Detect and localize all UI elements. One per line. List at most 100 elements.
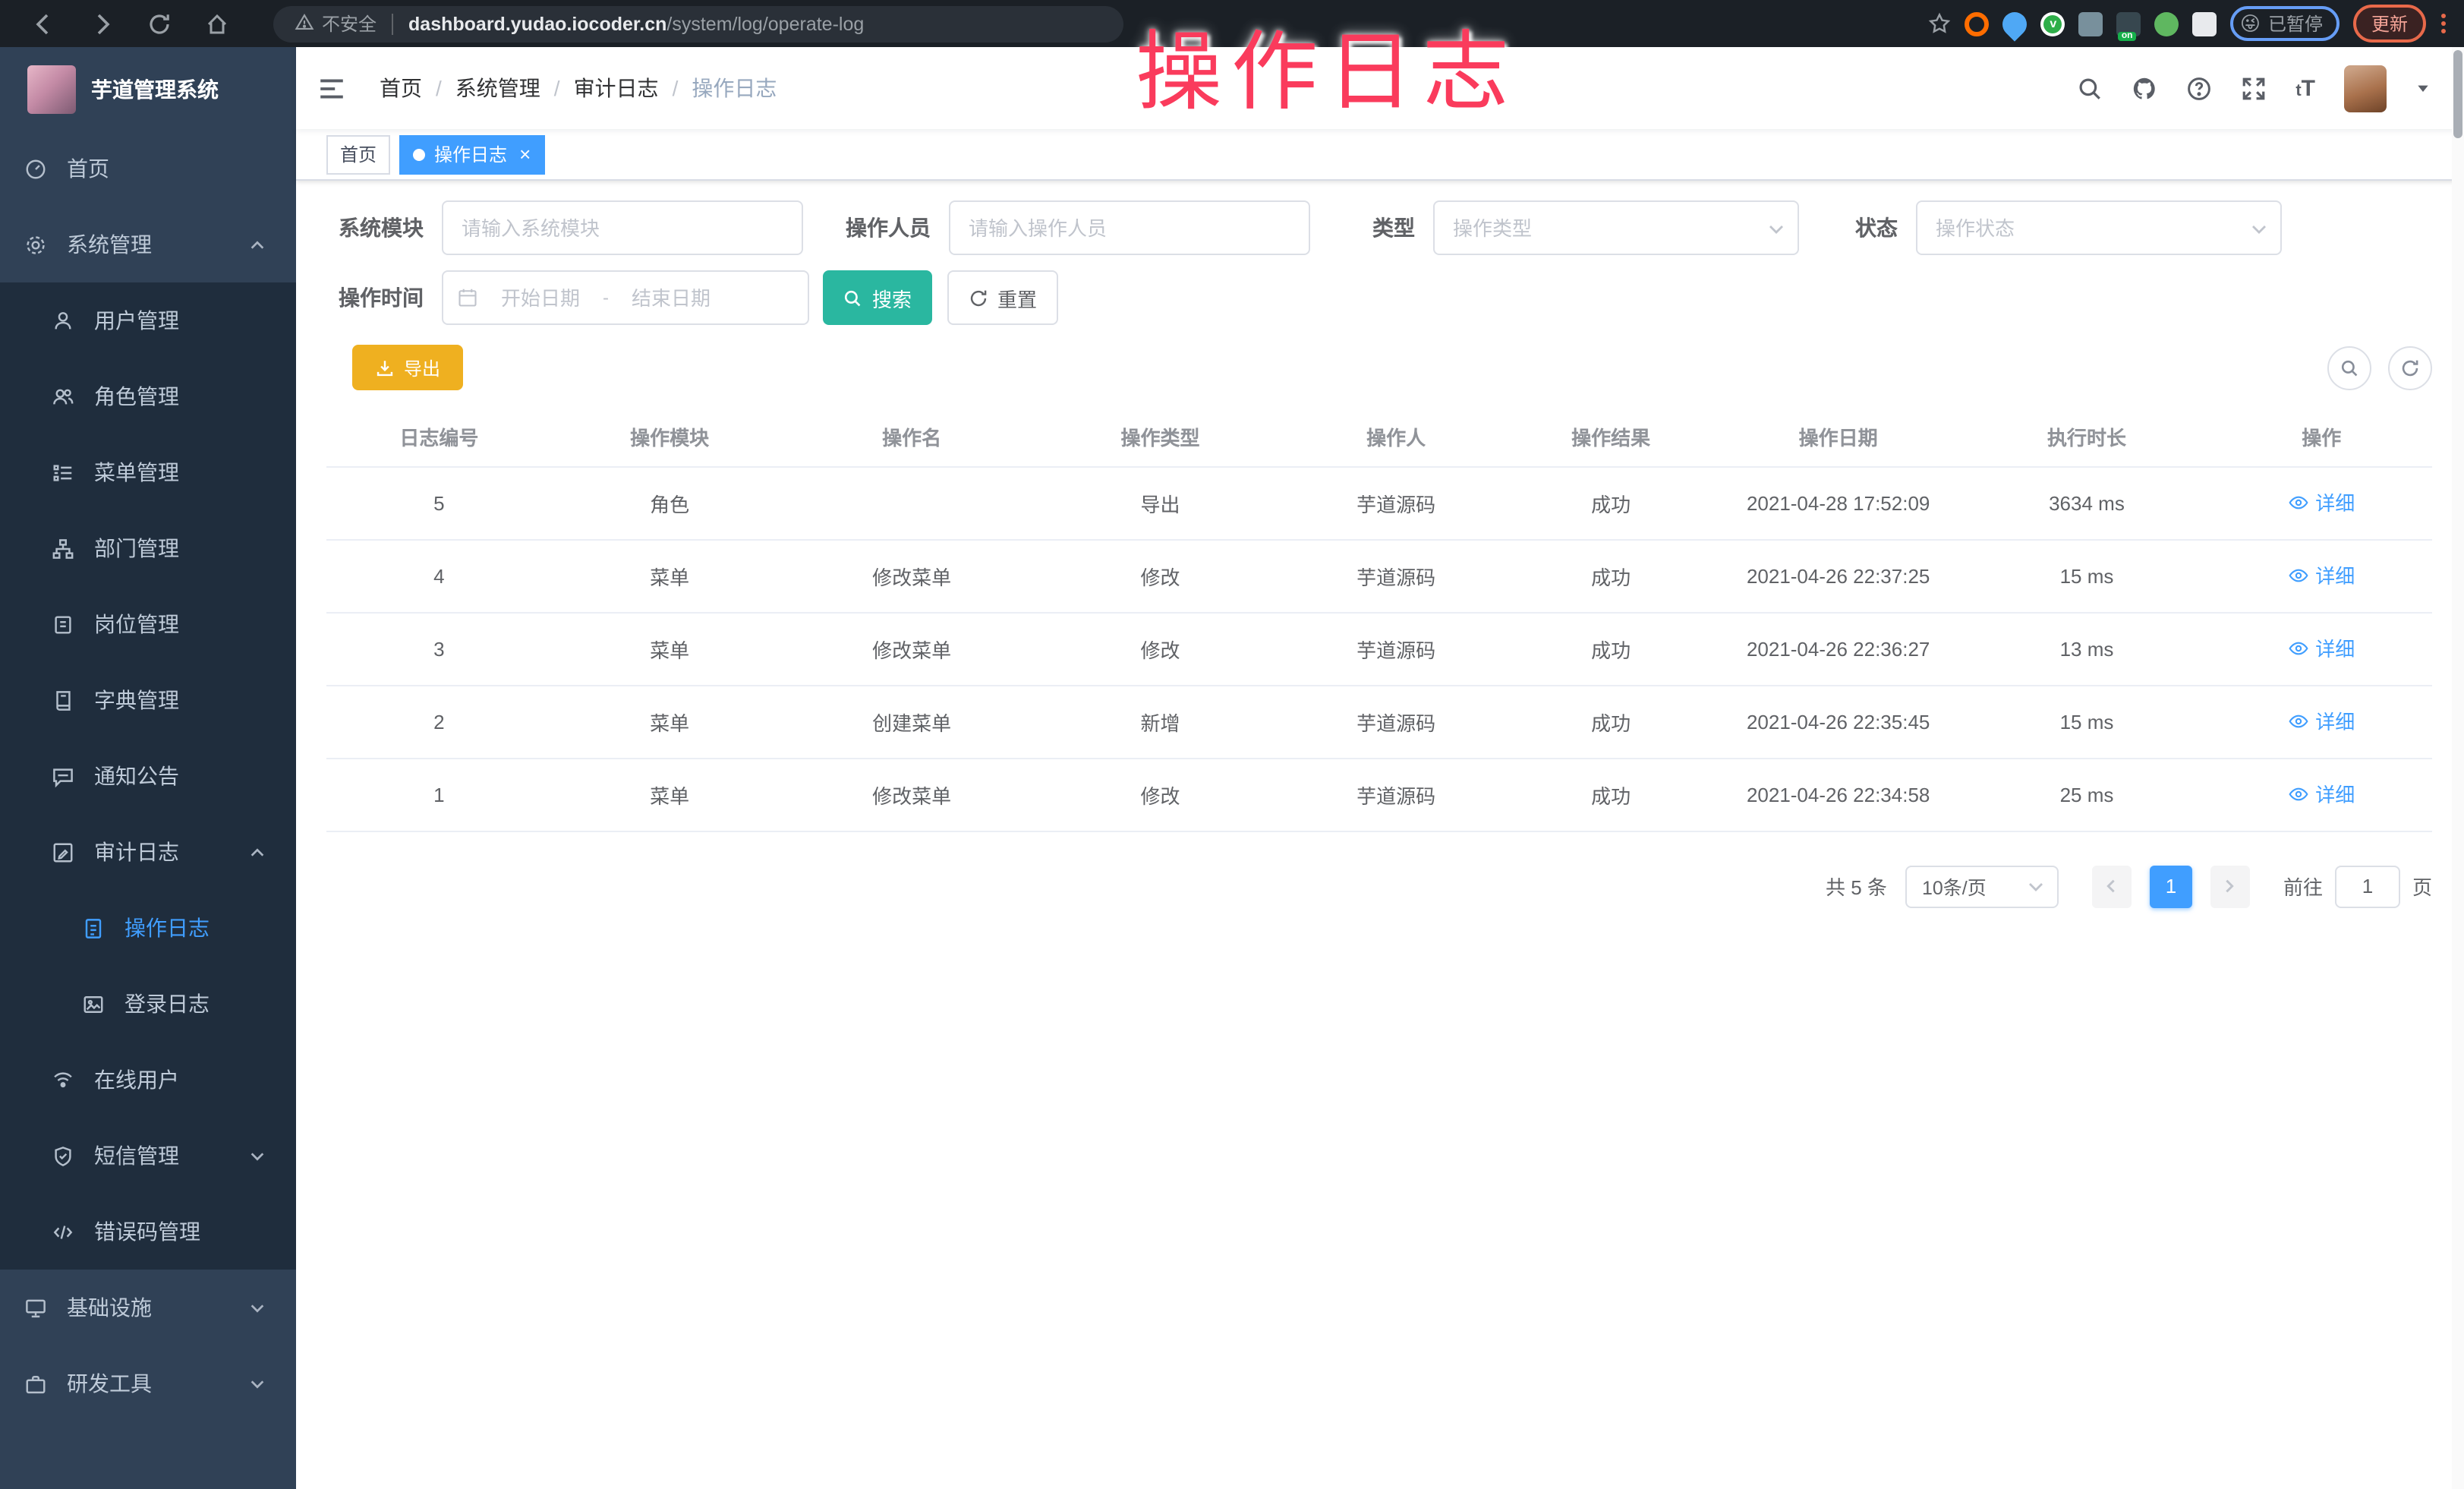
export-button[interactable]: 导出 (352, 345, 463, 390)
extension-drop-icon[interactable] (1998, 6, 2032, 40)
search-icon[interactable] (2077, 75, 2103, 101)
status-select[interactable] (1916, 200, 2282, 255)
table-row: 2 菜单 创建菜单 新增 芋道源码 成功 2021-04-26 22:35:45… (326, 685, 2432, 758)
home-icon[interactable] (205, 11, 229, 36)
url-domain: dashboard.yudao.iocoder.cn (408, 13, 666, 34)
sidebar-item-label: 基础设施 (67, 1292, 152, 1323)
sidebar-item-label: 用户管理 (94, 305, 179, 336)
extension-leaf-icon[interactable] (2155, 11, 2179, 36)
post-badge-icon (52, 613, 74, 636)
detail-link[interactable]: 详细 (2288, 488, 2355, 517)
detail-link[interactable]: 详细 (2288, 707, 2355, 736)
sidebar-item-label: 登录日志 (124, 989, 210, 1019)
sidebar-item-error-codes[interactable]: 错误码管理 (0, 1194, 296, 1270)
extension-switch-icon[interactable]: on (2117, 11, 2141, 36)
end-date-input[interactable] (615, 286, 727, 309)
search-button[interactable]: 搜索 (823, 270, 932, 325)
app-logo-row[interactable]: 芋道管理系统 (0, 47, 296, 131)
sidebar-item-notice[interactable]: 通知公告 (0, 738, 296, 814)
github-icon[interactable] (2132, 75, 2157, 101)
tag-home[interactable]: 首页 (326, 134, 390, 174)
shield-icon (52, 1144, 74, 1167)
pagination: 共 5 条 1 前往 页 (326, 865, 2432, 907)
user-avatar[interactable] (2344, 65, 2387, 112)
chrome-update-button[interactable]: 更新 (2353, 5, 2426, 43)
sidebar-item-depts[interactable]: 部门管理 (0, 510, 296, 586)
sidebar-item-label: 菜单管理 (94, 457, 179, 487)
hamburger-icon[interactable] (317, 74, 346, 103)
next-page-button[interactable] (2210, 865, 2250, 907)
sidebar-item-label: 操作日志 (124, 913, 210, 943)
sidebar-item-menus[interactable]: 菜单管理 (0, 434, 296, 510)
sidebar-item-online-users[interactable]: 在线用户 (0, 1042, 296, 1118)
col-log-id: 日志编号 (326, 409, 552, 466)
breadcrumb-audit-log[interactable]: 审计日志 (574, 73, 659, 103)
tag-operate-log[interactable]: 操作日志 × (399, 134, 544, 174)
date-range-picker[interactable]: - (442, 270, 809, 325)
total-count: 共 5 条 (1826, 872, 1887, 901)
extension-green-icon[interactable]: v (2041, 11, 2065, 36)
extension-gray-icon[interactable] (2079, 11, 2103, 36)
sidebar-item-home[interactable]: 首页 (0, 131, 296, 207)
detail-link[interactable]: 详细 (2288, 634, 2355, 663)
forward-icon[interactable] (90, 11, 114, 36)
breadcrumb-separator: / (673, 76, 679, 100)
chevron-up-icon (249, 236, 266, 253)
sidebar-item-roles[interactable]: 角色管理 (0, 358, 296, 434)
refresh-button[interactable] (2388, 345, 2432, 390)
sidebar-item-system[interactable]: 系统管理 (0, 207, 296, 282)
sidebar-item-login-log[interactable]: 登录日志 (0, 966, 296, 1042)
module-input[interactable] (442, 200, 803, 255)
sidebar-item-dev-tools[interactable]: 研发工具 (0, 1345, 296, 1421)
address-bar[interactable]: 不安全 dashboard.yudao.iocoder.cn/system/lo… (273, 5, 1123, 42)
sidebar-item-infra[interactable]: 基础设施 (0, 1270, 296, 1345)
col-name: 操作名 (788, 409, 1036, 466)
back-icon[interactable] (32, 11, 56, 36)
operator-input[interactable] (949, 200, 1310, 255)
breadcrumb-home[interactable]: 首页 (380, 73, 422, 103)
on-badge: on (2119, 31, 2136, 40)
col-duration: 执行时长 (1962, 409, 2210, 466)
goto-page-input[interactable] (2335, 865, 2400, 907)
sidebar-item-label: 错误码管理 (94, 1216, 200, 1247)
reload-icon[interactable] (147, 11, 172, 36)
scrollbar-thumb[interactable] (2453, 50, 2462, 138)
breadcrumb-separator: / (554, 76, 560, 100)
paused-extension-badge[interactable]: 😜 已暂停 (2231, 6, 2340, 41)
detail-link[interactable]: 详细 (2288, 780, 2355, 809)
sidebar-item-users[interactable]: 用户管理 (0, 282, 296, 358)
sidebar-item-audit-log[interactable]: 审计日志 (0, 814, 296, 890)
help-icon[interactable] (2186, 75, 2212, 101)
prev-page-button[interactable] (2092, 865, 2132, 907)
font-size-icon[interactable]: tT (2295, 75, 2315, 101)
browser-menu-icon[interactable] (2441, 14, 2446, 33)
role-icon (52, 385, 74, 408)
code-icon (52, 1220, 74, 1243)
sidebar-item-sms[interactable]: 短信管理 (0, 1118, 296, 1194)
type-select[interactable] (1433, 200, 1799, 255)
page-size-select[interactable] (1905, 865, 2059, 907)
show-search-button[interactable] (2327, 345, 2371, 390)
reset-button[interactable]: 重置 (947, 270, 1058, 325)
type-label: 类型 (1372, 213, 1415, 243)
app-title: 芋道管理系统 (91, 74, 219, 104)
status-label: 状态 (1855, 213, 1898, 243)
detail-link[interactable]: 详细 (2288, 561, 2355, 590)
sidebar-item-dict[interactable]: 字典管理 (0, 662, 296, 738)
scrollbar-track[interactable] (2452, 47, 2464, 1489)
tags-view-bar: 首页 操作日志 × (296, 129, 2464, 181)
eye-icon (2288, 784, 2309, 805)
close-icon[interactable]: × (519, 144, 531, 164)
sidebar-item-posts[interactable]: 岗位管理 (0, 586, 296, 662)
extension-orange-icon[interactable] (1965, 11, 1990, 36)
table-row: 3 菜单 修改菜单 修改 芋道源码 成功 2021-04-26 22:36:27… (326, 612, 2432, 685)
fullscreen-icon[interactable] (2241, 75, 2267, 101)
sidebar-item-operate-log[interactable]: 操作日志 (0, 890, 296, 966)
caret-down-icon[interactable] (2415, 80, 2431, 96)
breadcrumb-system[interactable]: 系统管理 (455, 73, 540, 103)
current-page[interactable]: 1 (2150, 865, 2192, 907)
sidebar-item-label: 岗位管理 (94, 609, 179, 639)
start-date-input[interactable] (484, 286, 597, 309)
extensions-puzzle-icon[interactable] (2193, 11, 2217, 36)
bookmark-star-icon[interactable] (1929, 12, 1952, 35)
